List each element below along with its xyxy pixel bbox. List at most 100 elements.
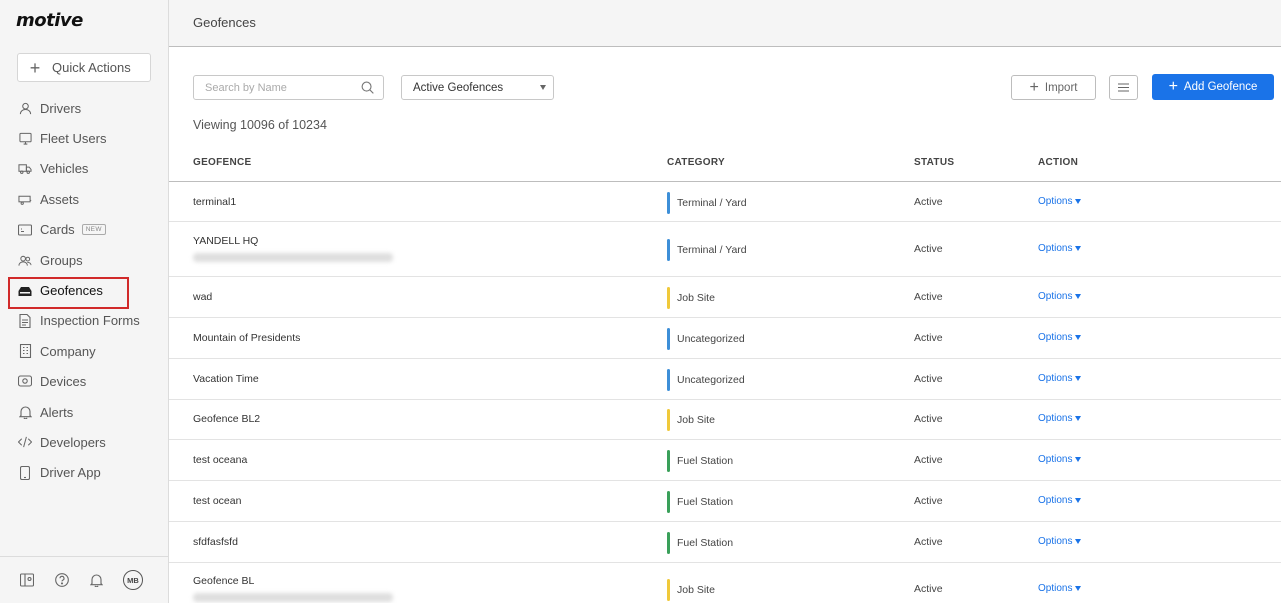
category-cell: Job Site bbox=[667, 579, 715, 601]
geofence-name[interactable]: Mountain of Presidents bbox=[193, 332, 300, 344]
options-dropdown[interactable]: Options bbox=[1038, 583, 1082, 594]
status-text: Active bbox=[914, 332, 943, 344]
category-color-bar bbox=[667, 491, 670, 513]
table-row[interactable]: YANDELL HQ Terminal / Yard Active Option… bbox=[169, 222, 1281, 277]
sidebar-item-assets[interactable]: Assets bbox=[0, 184, 168, 214]
column-header-category[interactable]: CATEGORY bbox=[667, 157, 725, 168]
search-input[interactable] bbox=[194, 76, 354, 99]
status-text: Active bbox=[914, 373, 943, 385]
sidebar-item-devices[interactable]: Devices bbox=[0, 367, 168, 397]
category-cell: Fuel Station bbox=[667, 450, 733, 472]
geofence-name[interactable]: Geofence BL bbox=[193, 575, 254, 587]
bell-icon bbox=[18, 405, 32, 420]
sidebar-item-fleet-users[interactable]: Fleet Users bbox=[0, 123, 168, 153]
sidebar-item-company[interactable]: Company bbox=[0, 336, 168, 366]
avatar[interactable]: MB bbox=[123, 570, 143, 590]
options-dropdown[interactable]: Options bbox=[1038, 291, 1082, 302]
map-book-icon[interactable] bbox=[19, 573, 34, 588]
column-header-status[interactable]: STATUS bbox=[914, 157, 954, 168]
caret-down-icon bbox=[1075, 199, 1082, 204]
category-cell: Fuel Station bbox=[667, 491, 733, 513]
table-row[interactable]: Vacation Time Uncategorized Active Optio… bbox=[169, 359, 1281, 400]
sidebar-item-label: Devices bbox=[40, 374, 87, 390]
card-icon bbox=[18, 223, 32, 237]
table-row[interactable]: Mountain of Presidents Uncategorized Act… bbox=[169, 318, 1281, 359]
category-cell: Fuel Station bbox=[667, 532, 733, 554]
sidebar-item-drivers[interactable]: Drivers bbox=[0, 93, 168, 123]
notification-bell-icon[interactable] bbox=[89, 573, 104, 588]
sidebar-item-geofences[interactable]: Geofences bbox=[0, 275, 168, 310]
sidebar-item-cards[interactable]: Cards NEW bbox=[0, 215, 168, 245]
sidebar-footer: MB bbox=[0, 556, 168, 603]
blurred-address bbox=[193, 253, 393, 262]
column-header-action: ACTION bbox=[1038, 157, 1079, 168]
page-title: Geofences bbox=[193, 15, 256, 30]
geofence-name[interactable]: Geofence BL2 bbox=[193, 413, 260, 425]
code-icon bbox=[18, 435, 32, 449]
table-row[interactable]: Geofence BL2 Job Site Active Options bbox=[169, 400, 1281, 440]
sidebar-item-label: Alerts bbox=[40, 404, 74, 420]
status-text: Active bbox=[914, 583, 943, 595]
category-cell: Terminal / Yard bbox=[667, 239, 747, 261]
status-text: Active bbox=[914, 454, 943, 466]
status-text: Active bbox=[914, 291, 943, 303]
geofence-name[interactable]: sfdfasfsfd bbox=[193, 536, 238, 548]
options-label: Options bbox=[1038, 583, 1073, 594]
monitor-icon bbox=[18, 132, 32, 146]
options-label: Options bbox=[1038, 536, 1073, 547]
sidebar-item-label: Vehicles bbox=[40, 161, 89, 177]
options-dropdown[interactable]: Options bbox=[1038, 495, 1082, 506]
sidebar-item-label: Groups bbox=[40, 252, 83, 268]
geofence-name[interactable]: terminal1 bbox=[193, 196, 236, 208]
search-box bbox=[193, 75, 384, 100]
geofence-name[interactable]: Vacation Time bbox=[193, 373, 259, 385]
table-row[interactable]: wad Job Site Active Options bbox=[169, 277, 1281, 318]
category-color-bar bbox=[667, 287, 670, 309]
options-label: Options bbox=[1038, 454, 1073, 465]
options-dropdown[interactable]: Options bbox=[1038, 413, 1082, 424]
column-menu-button[interactable] bbox=[1109, 75, 1138, 100]
options-dropdown[interactable]: Options bbox=[1038, 373, 1082, 384]
geofence-name[interactable]: test ocean bbox=[193, 495, 241, 507]
hamburger-icon bbox=[1118, 79, 1129, 97]
plus-icon: + bbox=[1029, 78, 1039, 96]
category-label: Uncategorized bbox=[677, 374, 745, 386]
motive-logo[interactable]: motive bbox=[16, 10, 83, 31]
options-dropdown[interactable]: Options bbox=[1038, 536, 1082, 547]
sidebar: motive + Quick Actions Drivers Fleet Use… bbox=[0, 0, 169, 603]
new-badge: NEW bbox=[81, 224, 106, 236]
status-text: Active bbox=[914, 243, 943, 255]
options-dropdown[interactable]: Options bbox=[1038, 243, 1082, 254]
help-icon[interactable] bbox=[54, 573, 69, 588]
options-dropdown[interactable]: Options bbox=[1038, 454, 1082, 465]
table-row[interactable]: Geofence BL Job Site Active Options bbox=[169, 563, 1281, 603]
column-header-geofence[interactable]: GEOFENCE bbox=[193, 157, 252, 168]
caret-down-icon bbox=[1075, 376, 1082, 381]
table-row[interactable]: terminal1 Terminal / Yard Active Options bbox=[169, 182, 1281, 222]
geofence-filter-select[interactable]: Active Geofences bbox=[401, 75, 554, 100]
import-button[interactable]: + Import bbox=[1011, 75, 1096, 100]
geofence-name[interactable]: YANDELL HQ bbox=[193, 235, 258, 247]
geofence-name[interactable]: test oceana bbox=[193, 454, 247, 466]
table-row[interactable]: sfdfasfsfd Fuel Station Active Options bbox=[169, 522, 1281, 563]
status-text: Active bbox=[914, 196, 943, 208]
category-color-bar bbox=[667, 450, 670, 472]
options-label: Options bbox=[1038, 196, 1073, 207]
add-geofence-button[interactable]: + Add Geofence bbox=[1152, 74, 1274, 100]
sidebar-item-groups[interactable]: Groups bbox=[0, 245, 168, 275]
category-label: Fuel Station bbox=[677, 537, 734, 549]
options-dropdown[interactable]: Options bbox=[1038, 332, 1082, 343]
sidebar-item-developers[interactable]: Developers bbox=[0, 427, 168, 457]
table-row[interactable]: test ocean Fuel Station Active Options bbox=[169, 481, 1281, 522]
sidebar-item-inspection-forms[interactable]: Inspection Forms bbox=[0, 306, 168, 336]
sidebar-item-driver-app[interactable]: Driver App bbox=[0, 458, 168, 488]
search-icon[interactable] bbox=[361, 81, 374, 99]
sidebar-item-alerts[interactable]: Alerts bbox=[0, 397, 168, 427]
sidebar-item-vehicles[interactable]: Vehicles bbox=[0, 154, 168, 184]
table-row[interactable]: test oceana Fuel Station Active Options bbox=[169, 440, 1281, 481]
category-label: Fuel Station bbox=[677, 496, 734, 508]
quick-actions-button[interactable]: + Quick Actions bbox=[17, 53, 151, 82]
table-header: GEOFENCE CATEGORY STATUS ACTION bbox=[169, 142, 1281, 182]
geofence-name[interactable]: wad bbox=[193, 291, 212, 303]
options-dropdown[interactable]: Options bbox=[1038, 196, 1082, 207]
